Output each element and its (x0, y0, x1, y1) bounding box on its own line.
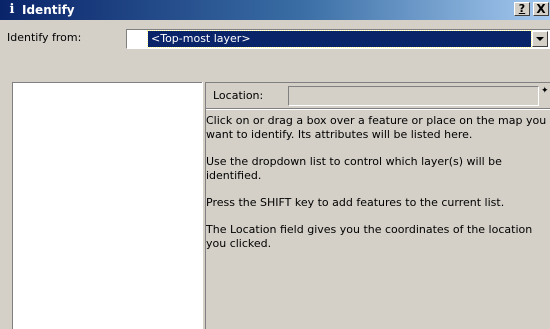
window-title: Identify (22, 3, 75, 17)
instruction-click: Click on or drag a box over a feature or… (206, 114, 547, 141)
chevron-down-icon[interactable] (532, 31, 548, 47)
identify-window: i Identify ? X Identify from: <Top-most … (0, 0, 550, 329)
pin-icon[interactable]: ✦ (541, 86, 550, 96)
instruction-dropdown: Use the dropdown list to control which l… (206, 155, 502, 182)
instruction-location: The Location field gives you the coordin… (206, 223, 533, 250)
instructions-text: Click on or drag a box over a feature or… (206, 114, 548, 264)
close-button[interactable]: X (533, 2, 549, 16)
info-icon: i (9, 2, 15, 17)
instruction-shift: Press the SHIFT key to add features to t… (206, 196, 505, 209)
location-divider (206, 108, 550, 110)
identify-from-label: Identify from: (7, 31, 82, 44)
title-bar[interactable]: i Identify ? X (0, 0, 550, 20)
location-label: Location: (213, 89, 264, 102)
location-field (288, 86, 539, 106)
layer-select[interactable]: <Top-most layer> (126, 29, 550, 49)
help-button[interactable]: ? (514, 2, 530, 16)
results-tree[interactable] (12, 82, 202, 329)
layer-select-value[interactable]: <Top-most layer> (147, 30, 532, 48)
